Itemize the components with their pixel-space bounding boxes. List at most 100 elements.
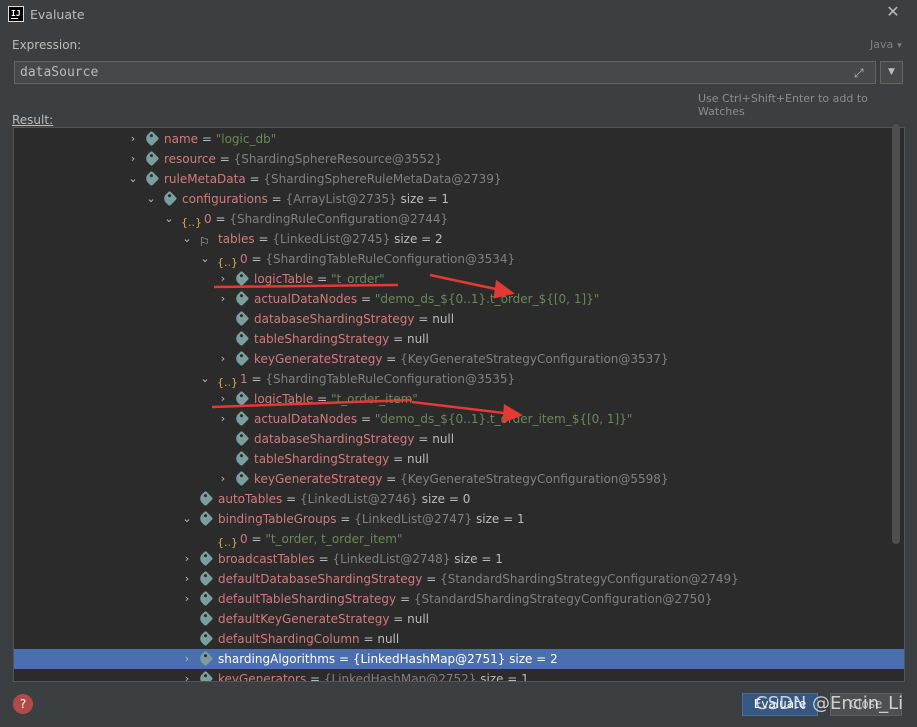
tree-row-text: broadcastTables = {LinkedList@2748} size…: [218, 549, 503, 569]
language-selector[interactable]: Java ▾: [870, 38, 902, 51]
type-value: {LinkedList@2748}: [332, 552, 451, 566]
tree-row[interactable]: ⌄ {..} 1 = {ShardingTableRuleConfiguration…: [14, 369, 904, 389]
tree-row-text: configurations = {ArrayList@2735} size =…: [182, 189, 449, 209]
tree-row-text: defaultDatabaseShardingStrategy = {Stand…: [218, 569, 739, 589]
tree-row[interactable]: ⌄ configurations = {ArrayList@2735} size …: [14, 189, 904, 209]
collapse-arrow-icon[interactable]: ⌄: [163, 209, 175, 229]
expand-arrow-icon[interactable]: ›: [181, 569, 193, 589]
tree-row[interactable]: › resource = {ShardingSphereResource@3552…: [14, 149, 904, 169]
watches-hint: Use Ctrl+Shift+Enter to add to Watches: [698, 92, 868, 118]
expand-arrow-icon[interactable]: ›: [181, 649, 193, 669]
field-tag-icon: [233, 430, 250, 447]
field-name: 0: [240, 532, 248, 546]
field-tag-icon: [233, 470, 250, 487]
tree-row[interactable]: › shardingAlgorithms = {LinkedHashMap@275…: [14, 649, 904, 669]
tree-row[interactable]: {..} 0 = "t_order, t_order_item": [14, 529, 904, 549]
object-brace-icon: {..}: [181, 216, 202, 229]
tree-row-text: logicTable = "t_order": [254, 269, 385, 289]
expand-arrow-icon[interactable]: ›: [217, 469, 229, 489]
expression-value[interactable]: dataSource: [20, 65, 98, 80]
type-value: {LinkedList@2746}: [299, 492, 418, 506]
tree-row[interactable]: › keyGenerateStrategy = {KeyGenerateStrat…: [14, 349, 904, 369]
field-tag-icon: [143, 170, 160, 187]
result-tree[interactable]: › name = "logic_db" › resource = {ShardingS…: [13, 127, 905, 682]
tree-row-text: 0 = {ShardingRuleConfiguration@2744}: [204, 209, 448, 229]
history-dropdown-button[interactable]: ▼: [880, 61, 903, 84]
tree-row-text: bindingTableGroups = {LinkedList@2747} s…: [218, 509, 525, 529]
field-tag-icon: [233, 270, 250, 287]
field-tag-icon: [143, 150, 160, 167]
field-name: defaultTableShardingStrategy: [218, 592, 397, 606]
tree-row[interactable]: › actualDataNodes = "demo_ds_${0..1}.t_or…: [14, 289, 904, 309]
extra-value: null: [432, 312, 455, 326]
tree-row[interactable]: › actualDataNodes = "demo_ds_${0..1}.t_or…: [14, 409, 904, 429]
expand-arrow-icon[interactable]: ›: [217, 289, 229, 309]
tree-row[interactable]: defaultShardingColumn = null: [14, 629, 904, 649]
tree-row[interactable]: ⌄ {..} 0 = {ShardingTableRuleConfiguration…: [14, 249, 904, 269]
field-tag-icon: [233, 390, 250, 407]
tree-row[interactable]: › name = "logic_db": [14, 129, 904, 149]
collapse-arrow-icon[interactable]: ⌄: [127, 169, 139, 189]
field-name: name: [164, 132, 199, 146]
expand-arrow-icon[interactable]: ›: [181, 669, 193, 681]
equals-sign: =: [335, 652, 353, 666]
tree-row[interactable]: › logicTable = "t_order": [14, 269, 904, 289]
field-tag-icon: [197, 570, 214, 587]
expand-arrow-icon[interactable]: ›: [127, 129, 139, 149]
field-name: tableShardingStrategy: [254, 452, 390, 466]
field-tag-icon: [233, 310, 250, 327]
string-value: "t_order": [330, 272, 385, 286]
expand-arrow-icon[interactable]: ›: [127, 149, 139, 169]
tree-row[interactable]: ⌄ bindingTableGroups = {LinkedList@2747} …: [14, 509, 904, 529]
tree-row[interactable]: › defaultTableShardingStrategy = {Standar…: [14, 589, 904, 609]
tree-row[interactable]: databaseShardingStrategy = null: [14, 429, 904, 449]
tree-row[interactable]: › keyGenerators = {LinkedHashMap@2752} si…: [14, 669, 904, 682]
tree-row[interactable]: defaultKeyGenerateStrategy = null: [14, 609, 904, 629]
expand-arrow-icon[interactable]: ›: [217, 349, 229, 369]
tree-row-text: resource = {ShardingSphereResource@3552}: [164, 149, 442, 169]
equals-sign: =: [247, 532, 266, 546]
tree-row[interactable]: › defaultDatabaseShardingStrategy = {Stan…: [14, 569, 904, 589]
type-value: {ShardingSphereRuleMetaData@2739}: [263, 172, 502, 186]
equals-sign: =: [306, 672, 324, 682]
expand-editor-icon[interactable]: ⤢: [854, 66, 868, 80]
help-icon[interactable]: ?: [13, 694, 33, 714]
type-value: {ShardingRuleConfiguration@2744}: [229, 212, 449, 226]
tree-row[interactable]: ⌄ ⚐ tables = {LinkedList@2745} size = 2: [14, 229, 904, 249]
tree-row[interactable]: › broadcastTables = {LinkedList@2748} siz…: [14, 549, 904, 569]
collapse-arrow-icon[interactable]: ⌄: [181, 229, 193, 249]
tree-row-text: defaultKeyGenerateStrategy = null: [218, 609, 429, 629]
tree-row[interactable]: › keyGenerateStrategy = {KeyGenerateStrat…: [14, 469, 904, 489]
tree-row[interactable]: ⌄ {..} 0 = {ShardingRuleConfiguration@2744…: [14, 209, 904, 229]
tree-row[interactable]: › logicTable = "t_order_item": [14, 389, 904, 409]
type-value: {StandardShardingStrategyConfiguration@2…: [440, 572, 739, 586]
expand-arrow-icon[interactable]: ›: [217, 269, 229, 289]
equals-sign: =: [389, 452, 407, 466]
collapse-arrow-icon[interactable]: ⌄: [145, 189, 157, 209]
tree-row[interactable]: tableShardingStrategy = null: [14, 449, 904, 469]
equals-sign: =: [414, 432, 433, 446]
expand-arrow-icon[interactable]: ›: [217, 409, 229, 429]
tree-row[interactable]: autoTables = {LinkedList@2746} size = 0: [14, 489, 904, 509]
expand-arrow-icon[interactable]: ›: [181, 589, 193, 609]
collapse-arrow-icon[interactable]: ⌄: [199, 249, 211, 269]
type-value: {StandardShardingStrategyConfiguration@2…: [413, 592, 713, 606]
tree-row-text: defaultTableShardingStrategy = {Standard…: [218, 589, 713, 609]
collapse-arrow-icon[interactable]: ⌄: [199, 369, 211, 389]
tree-row[interactable]: tableShardingStrategy = null: [14, 329, 904, 349]
expand-arrow-icon[interactable]: ›: [217, 389, 229, 409]
extra-value: null: [406, 452, 429, 466]
equals-sign: =: [396, 592, 414, 606]
vertical-scrollbar[interactable]: [892, 124, 900, 544]
collapse-arrow-icon[interactable]: ⌄: [181, 509, 193, 529]
expand-arrow-icon[interactable]: ›: [181, 549, 193, 569]
extra-value: size = 1: [472, 512, 525, 526]
tree-row-text: autoTables = {LinkedList@2746} size = 0: [218, 489, 470, 509]
close-icon[interactable]: ✕: [886, 4, 900, 20]
tree-row-text: logicTable = "t_order_item": [254, 389, 418, 409]
tree-row-text: actualDataNodes = "demo_ds_${0..1}.t_ord…: [254, 409, 632, 429]
tree-row[interactable]: databaseShardingStrategy = null: [14, 309, 904, 329]
extra-value: size = 1: [476, 672, 529, 682]
expression-input[interactable]: [14, 61, 876, 84]
tree-row[interactable]: ⌄ ruleMetaData = {ShardingSphereRuleMetaD…: [14, 169, 904, 189]
